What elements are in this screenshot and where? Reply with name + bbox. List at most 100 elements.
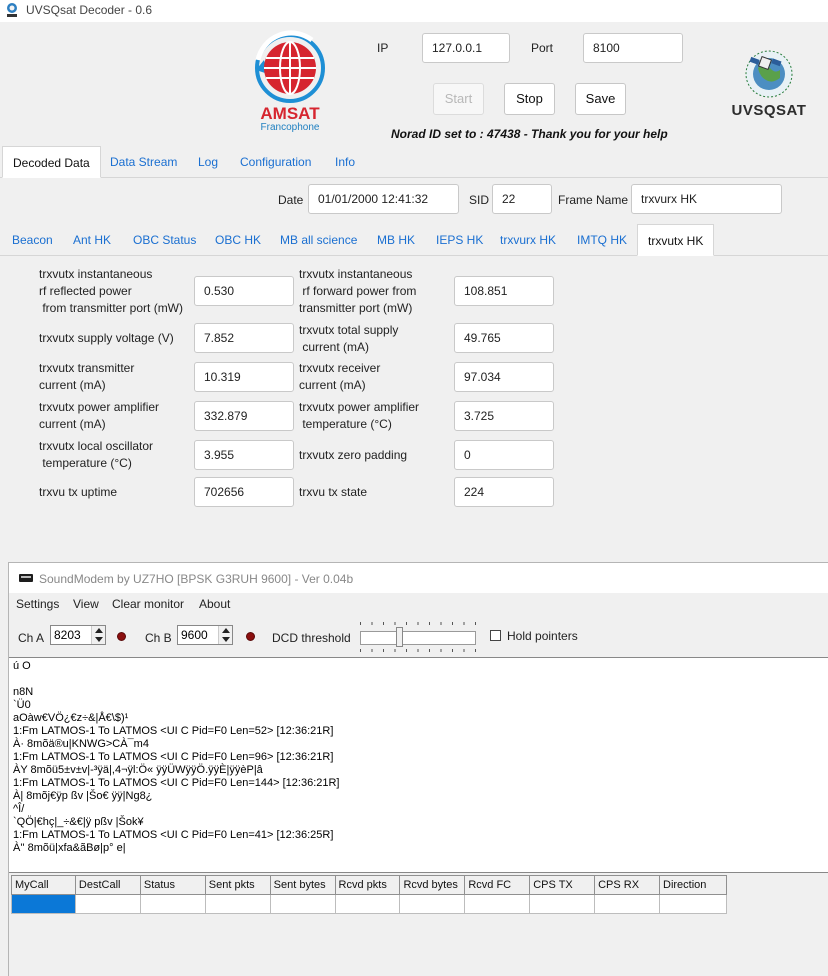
ip-input[interactable]: 127.0.0.1: [422, 33, 510, 63]
monitor-line: ú O: [13, 660, 31, 672]
tab-log[interactable]: Log: [188, 146, 228, 178]
column-header[interactable]: DestCall: [74, 875, 141, 895]
hold-pointers-label: Hold pointers: [507, 629, 578, 643]
monitor-line: ^Î/: [13, 803, 25, 815]
table-cell[interactable]: [464, 894, 531, 914]
tab-imtq-hk[interactable]: IMTQ HK: [567, 224, 637, 256]
tab-ant-hk[interactable]: Ant HK: [63, 224, 121, 256]
table-cell[interactable]: [659, 894, 727, 914]
column-header[interactable]: CPS RX: [594, 875, 660, 895]
table-cell[interactable]: [204, 894, 271, 914]
channel-b-frequency-stepper[interactable]: 9600: [177, 625, 233, 645]
monitor-line: À· 8mõä®u|KNWG>CÀ¯m4: [13, 738, 149, 750]
zero-padding-value[interactable]: 0: [454, 440, 554, 470]
column-header[interactable]: Direction: [659, 875, 727, 895]
pa-current-label: trxvutx power amplifier current (mA): [39, 400, 160, 431]
sid-field[interactable]: 22: [492, 184, 552, 214]
channel-b-value: 9600: [181, 628, 208, 642]
sid-label: SID: [469, 193, 490, 207]
total-supply-current-value[interactable]: 49.765: [454, 323, 554, 353]
column-header[interactable]: Rcvd bytes: [399, 875, 466, 895]
ip-label: IP: [377, 41, 389, 55]
monitor-line: ÀY 8mõü5±v±v|-³ÿä|,4¬ÿl:Ö« ÿÿÜWÿÿÖ.ÿÿÈ|ÿ…: [13, 764, 263, 776]
table-cell[interactable]: [74, 894, 141, 914]
dcd-threshold-label: DCD threshold: [272, 631, 351, 645]
table-cell[interactable]: [399, 894, 466, 914]
column-header[interactable]: CPS TX: [529, 875, 596, 895]
table-cell[interactable]: [269, 894, 336, 914]
packet-monitor[interactable]: ú On8N `Ü0 aOàw€VÖ¿€z÷&|Å€\$)¹ 1:Fm LATMOS-…: [9, 657, 828, 873]
connections-table: MyCall DestCall Status Sent pkts Sent bytes R…: [11, 875, 727, 914]
column-header[interactable]: Sent bytes: [269, 875, 336, 895]
rf-forward-power-value[interactable]: 108.851: [454, 276, 554, 306]
tab-configuration[interactable]: Configuration: [230, 146, 321, 178]
hold-pointers-checkbox[interactable]: [490, 630, 501, 641]
monitor-line: 1:Fm LATMOS-1 To LATMOS <UI C Pid=F0 Len…: [13, 829, 334, 841]
channel-a-frequency-stepper[interactable]: 8203: [50, 625, 106, 645]
monitor-line: 1:Fm LATMOS-1 To LATMOS <UI C Pid=F0 Len…: [13, 725, 334, 737]
menu-clear-monitor[interactable]: Clear monitor: [112, 597, 184, 611]
channel-a-value: 8203: [54, 628, 81, 642]
soundmodem-title: SoundModem by UZ7HO [BPSK G3RUH 9600] - …: [39, 572, 354, 586]
start-button[interactable]: Start: [433, 83, 484, 115]
stop-button[interactable]: Stop: [504, 83, 555, 115]
tab-data-stream[interactable]: Data Stream: [100, 146, 187, 178]
tab-mb-hk[interactable]: MB HK: [367, 224, 425, 256]
tx-state-value[interactable]: 224: [454, 477, 554, 507]
pa-temperature-value[interactable]: 3.725: [454, 401, 554, 431]
tab-decoded-data[interactable]: Decoded Data: [2, 146, 101, 178]
transmitter-current-value[interactable]: 10.319: [194, 362, 294, 392]
dcd-threshold-slider-handle[interactable]: [395, 627, 403, 647]
table-row[interactable]: [11, 894, 727, 914]
save-button[interactable]: Save: [575, 83, 626, 115]
lo-temperature-value[interactable]: 3.955: [194, 440, 294, 470]
supply-voltage-value[interactable]: 7.852: [194, 323, 294, 353]
amsat-logo-subtext: Francophone: [260, 122, 320, 133]
table-cell[interactable]: [334, 894, 401, 914]
tx-uptime-label: trxvu tx uptime: [39, 485, 118, 499]
spin-arrows-icon[interactable]: [91, 626, 105, 644]
table-cell[interactable]: [594, 894, 660, 914]
menu-about[interactable]: About: [199, 597, 230, 611]
pa-current-value[interactable]: 332.879: [194, 401, 294, 431]
tab-ieps-hk[interactable]: IEPS HK: [426, 224, 493, 256]
tab-trxvutx-hk[interactable]: trxvutx HK: [637, 224, 715, 256]
table-cell[interactable]: [139, 894, 206, 914]
menu-view[interactable]: View: [73, 597, 99, 611]
tab-beacon[interactable]: Beacon: [2, 224, 63, 256]
tab-mb-all-science[interactable]: MB all science: [270, 224, 367, 256]
tx-uptime-value[interactable]: 702656: [194, 477, 294, 507]
column-header[interactable]: Sent pkts: [204, 875, 271, 895]
dcd-threshold-slider[interactable]: [360, 631, 476, 645]
table-cell[interactable]: [11, 894, 76, 914]
column-header[interactable]: MyCall: [11, 875, 76, 895]
app-icon: [7, 3, 17, 17]
tab-obc-hk[interactable]: OBC HK: [205, 224, 271, 256]
monitor-line: 1:Fm LATMOS-1 To LATMOS <UI C Pid=F0 Len…: [13, 777, 340, 789]
soundmodem-window: SoundModem by UZ7HO [BPSK G3RUH 9600] - …: [8, 562, 828, 976]
frame-name-field[interactable]: trxvurx HK: [631, 184, 782, 214]
tab-info[interactable]: Info: [325, 146, 365, 178]
date-label: Date: [278, 193, 304, 207]
port-input[interactable]: 8100: [583, 33, 683, 63]
rf-reflected-power-value[interactable]: 0.530: [194, 276, 294, 306]
date-field[interactable]: 01/01/2000 12:41:32: [308, 184, 459, 214]
slider-ticks-top: [360, 622, 476, 625]
table-header-row: MyCall DestCall Status Sent pkts Sent bytes R…: [11, 875, 727, 895]
column-header[interactable]: Status: [139, 875, 206, 895]
uvsqsat-logo: UVSQSAT: [730, 46, 808, 124]
tab-obc-status[interactable]: OBC Status: [123, 224, 206, 256]
rf-reflected-power-label: trxvutx instantaneous rf reflected power…: [39, 267, 184, 315]
receiver-current-value[interactable]: 97.034: [454, 362, 554, 392]
spin-arrows-icon[interactable]: [218, 626, 232, 644]
table-cell[interactable]: [529, 894, 596, 914]
transmitter-current-label: trxvutx transmitter current (mA): [39, 361, 135, 392]
tab-trxvurx-hk[interactable]: trxvurx HK: [490, 224, 566, 256]
column-header[interactable]: Rcvd pkts: [334, 875, 401, 895]
monitor-line: 1:Fm LATMOS-1 To LATMOS <UI C Pid=F0 Len…: [13, 751, 334, 763]
column-header[interactable]: Rcvd FC: [464, 875, 531, 895]
uvsqsat-decoder-window: UVSQsat Decoder - 0.6 AMSAT Francophone …: [0, 0, 828, 562]
port-label: Port: [531, 41, 554, 55]
menu-settings[interactable]: Settings: [16, 597, 59, 611]
monitor-line: À| 8mõj€ÿp ßv |Šo€ ÿÿ|Ng8¿: [13, 790, 153, 802]
